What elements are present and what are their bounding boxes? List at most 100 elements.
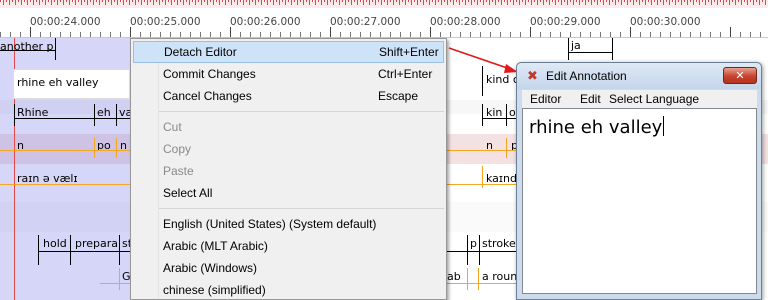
waveform-sample	[153, 0, 154, 5]
waveform-sample	[648, 0, 649, 2]
menu-item-language-arabic-mlt[interactable]: Arabic (MLT Arabic)	[131, 235, 446, 257]
ruler-minor-tick	[160, 32, 161, 37]
menu-item-select-all[interactable]: Select All	[131, 182, 446, 204]
waveform-sample	[264, 0, 265, 2]
waveform-sample	[198, 0, 199, 2]
context-menu[interactable]: Detach Editor Shift+Enter Commit Changes…	[130, 38, 447, 300]
ruler-major-tick	[330, 27, 331, 37]
waveform-sample	[192, 0, 193, 2]
waveform-sample	[306, 0, 307, 2]
waveform-sample	[642, 0, 643, 2]
ruler-minor-tick	[70, 32, 71, 37]
waveform-sample	[363, 0, 364, 5]
waveform-sample	[402, 0, 403, 2]
annotation-span	[447, 283, 517, 284]
annotation[interactable]: p	[470, 237, 478, 250]
close-button[interactable]: ✕	[723, 67, 757, 84]
waveform-sample	[480, 0, 481, 2]
dialog-menubar: Editor Edit Select Language	[522, 90, 757, 108]
waveform-sample	[471, 0, 472, 5]
annotation[interactable]: another pl	[0, 40, 54, 53]
menu-select-language[interactable]: Select Language	[609, 92, 699, 106]
waveform-sample	[459, 0, 460, 5]
dialog-titlebar[interactable]: ✖ Edit Annotation ✕	[517, 63, 761, 89]
ruler-minor-tick	[100, 32, 101, 37]
waveform-sample	[579, 0, 580, 5]
menu-item-language-arabic-windows[interactable]: Arabic (Windows)	[131, 257, 446, 279]
annotation[interactable]: kind c	[486, 73, 516, 86]
waveform-sample	[39, 0, 40, 5]
annotation[interactable]: G	[122, 270, 130, 283]
annotation-text-area[interactable]: rhine eh valley	[522, 108, 757, 294]
waveform-sample	[132, 0, 133, 2]
waveform-sample	[30, 0, 31, 2]
annotation-span	[447, 184, 517, 185]
menu-item-label: Copy	[163, 142, 192, 156]
annotation[interactable]: hold	[43, 237, 69, 250]
waveform-sample	[444, 0, 445, 2]
waveform-sample	[741, 0, 742, 5]
annotation[interactable]: ab	[447, 270, 465, 283]
waveform-sample	[726, 0, 727, 2]
waveform-sample	[171, 0, 172, 5]
waveform-sample	[348, 0, 349, 2]
menu-edit[interactable]: Edit	[580, 92, 601, 106]
waveform-sample	[183, 0, 184, 5]
waveform-sample	[351, 0, 352, 5]
waveform-sample	[645, 0, 646, 5]
menu-editor[interactable]: Editor	[530, 92, 561, 106]
annotation-edit-value: rhine eh valley	[17, 76, 99, 89]
waveform-sample	[168, 0, 169, 2]
ruler-minor-tick	[170, 32, 171, 37]
ruler-minor-tick	[120, 32, 121, 37]
menu-item-language-chinese[interactable]: chinese (simplified)	[131, 279, 446, 299]
annotation-boundary	[506, 138, 507, 158]
ruler-label: 00:00:28.000	[430, 16, 501, 28]
annotation-text-value: rhine eh valley	[529, 117, 663, 138]
ruler-minor-tick	[460, 32, 461, 37]
annotation[interactable]: st	[122, 237, 130, 250]
waveform-sample	[597, 0, 598, 5]
annotation[interactable]: prepara	[75, 237, 119, 250]
annotation-span	[447, 251, 517, 252]
waveform-sample	[384, 0, 385, 2]
text-caret	[663, 116, 665, 136]
ruler-minor-tick	[750, 32, 751, 37]
waveform-sample	[501, 0, 502, 5]
waveform-sample	[537, 0, 538, 5]
menu-item-cancel-changes[interactable]: Cancel Changes Escape	[131, 85, 446, 107]
menu-item-label: Cancel Changes	[163, 89, 252, 103]
waveform-sample	[618, 0, 619, 2]
waveform-sample	[243, 0, 244, 5]
waveform-sample	[324, 0, 325, 2]
waveform-sample	[330, 0, 331, 2]
ruler-minor-tick	[590, 32, 591, 37]
waveform-sample	[309, 0, 310, 5]
ruler-minor-tick	[310, 32, 311, 37]
waveform-sample	[750, 0, 751, 2]
waveform-sample	[474, 0, 475, 2]
time-ruler[interactable]: 00:00:24.000 00:00:25.000 00:00:26.000 0…	[0, 8, 768, 38]
annotation[interactable]: ja	[571, 39, 611, 52]
waveform-sample	[687, 0, 688, 5]
waveform-sample	[636, 0, 637, 2]
annotation-text-content: rhine eh valley	[529, 116, 665, 138]
annotation-span	[14, 118, 130, 119]
waveform-sample	[21, 0, 22, 5]
menu-item-language-english[interactable]: English (United States) (System default)	[131, 213, 446, 235]
ruler-minor-tick	[580, 32, 581, 37]
waveform-sample	[378, 0, 379, 2]
ruler-minor-tick	[400, 32, 401, 37]
edit-annotation-dialog[interactable]: ✖ Edit Annotation ✕ Editor Edit Select L…	[516, 62, 762, 300]
annotation-span	[482, 118, 516, 119]
ruler-minor-tick	[50, 32, 51, 37]
waveform-sample	[696, 0, 697, 2]
ruler-minor-tick	[380, 32, 381, 37]
waveform-sample	[558, 0, 559, 2]
menu-item-detach-editor[interactable]: Detach Editor Shift+Enter	[133, 41, 444, 63]
annotation[interactable]: a roun	[482, 270, 517, 283]
annotation[interactable]: stroke	[482, 237, 517, 250]
menu-item-label: Detach Editor	[164, 45, 237, 59]
ruler-minor-tick	[520, 32, 521, 37]
menu-item-commit-changes[interactable]: Commit Changes Ctrl+Enter	[131, 63, 446, 85]
